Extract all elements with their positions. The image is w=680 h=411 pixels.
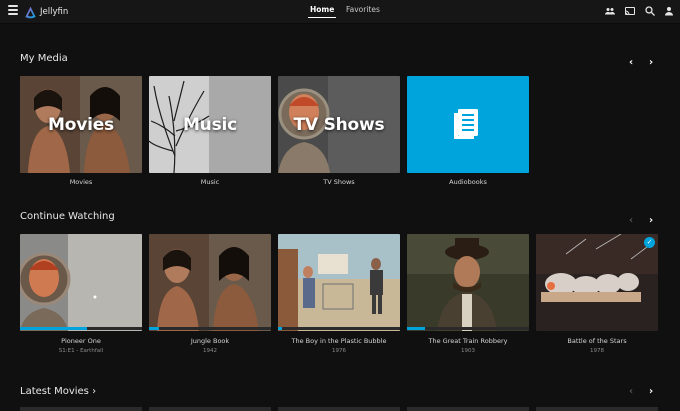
continue-card-battle-of-the-stars[interactable]: ✓ Battle of the Stars 1978 [536, 234, 658, 359]
continue-card-pioneer-one[interactable]: Pioneer One S1:E1 - Earthfall [20, 234, 142, 359]
watched-check-icon: ✓ [644, 237, 655, 248]
plastic-bubble-title: The Boy in the Plastic Bubble [291, 337, 387, 345]
section-title-latest-movies[interactable]: Latest Movies › [20, 386, 96, 397]
latest-movie-card[interactable] [20, 407, 142, 411]
section-title-my-media: My Media [20, 53, 68, 64]
jungle-book-title: Jungle Book [190, 337, 230, 345]
pioneer-one-progress [20, 327, 142, 330]
latest-movie-card[interactable] [407, 407, 529, 411]
movies-overlay-title: Movies [48, 114, 114, 135]
search-icon[interactable] [644, 2, 656, 16]
great-train-robbery-subtitle: 1903 [461, 348, 475, 354]
jungle-book-progress [149, 327, 271, 330]
audiobooks-caption: Audiobooks [449, 178, 487, 186]
jungle-book-subtitle: 1942 [203, 348, 217, 354]
latest-movie-card[interactable] [278, 407, 400, 411]
plastic-bubble-thumbnail [278, 234, 400, 331]
jellyfin-logo-icon [25, 6, 36, 18]
audiobooks-thumbnail [407, 76, 529, 173]
great-train-robbery-title: The Great Train Robbery [428, 337, 508, 345]
menu-icon[interactable] [8, 5, 18, 17]
media-card-movies[interactable]: Movies Movies [20, 76, 142, 191]
movies-caption: Movies [69, 178, 93, 186]
pioneer-one-subtitle: S1:E1 - Earthfall [58, 348, 104, 354]
latest-movie-card[interactable] [536, 407, 658, 411]
media-card-audiobooks[interactable]: Audiobooks [407, 76, 529, 191]
latest-movies-prev-button[interactable]: ‹ [625, 386, 637, 398]
battle-of-the-stars-title: Battle of the Stars [567, 337, 627, 345]
latest-movie-card[interactable] [149, 407, 271, 411]
battle-of-the-stars-subtitle: 1978 [590, 348, 604, 354]
music-thumbnail: Music [149, 76, 271, 173]
movies-thumbnail: Movies [20, 76, 142, 173]
book-icon [454, 109, 478, 139]
user-icon[interactable] [663, 2, 675, 16]
continue-card-great-train-robbery[interactable]: The Great Train Robbery 1903 [407, 234, 529, 359]
section-title-continue-watching: Continue Watching [20, 211, 115, 222]
latest-movies-next-button[interactable]: › [645, 386, 657, 398]
jungle-book-thumbnail [149, 234, 271, 331]
tv-shows-caption: TV Shows [323, 178, 355, 186]
tv-shows-thumbnail: TV Shows [278, 76, 400, 173]
great-train-robbery-thumbnail [407, 234, 529, 331]
great-train-robbery-progress [407, 327, 529, 330]
plastic-bubble-subtitle: 1976 [332, 348, 346, 354]
plastic-bubble-progress [278, 327, 400, 330]
music-overlay-title: Music [182, 114, 238, 135]
tv-shows-overlay-title: TV Shows [293, 114, 385, 135]
users-icon[interactable] [604, 2, 616, 15]
jellyfin-logo[interactable]: Jellyfin [24, 3, 68, 21]
continue-watching-next-button[interactable]: › [645, 215, 657, 227]
media-card-music[interactable]: Music Music [149, 76, 271, 191]
continue-card-plastic-bubble[interactable]: The Boy in the Plastic Bubble 1976 [278, 234, 400, 359]
continue-card-jungle-book[interactable]: Jungle Book 1942 [149, 234, 271, 359]
logo-text: Jellyfin [40, 7, 69, 17]
my-media-prev-button[interactable]: ‹ [625, 57, 637, 69]
top-header: Jellyfin Home Favorites [0, 0, 680, 24]
battle-of-the-stars-thumbnail: ✓ [536, 234, 658, 331]
music-caption: Music [200, 178, 220, 186]
cast-icon[interactable] [624, 2, 636, 15]
tab-favorites[interactable]: Favorites [344, 3, 382, 17]
pioneer-one-thumbnail [20, 234, 142, 331]
continue-watching-prev-button[interactable]: ‹ [625, 215, 637, 227]
media-card-tv-shows[interactable]: TV Shows TV Shows [278, 76, 400, 191]
pioneer-one-title: Pioneer One [61, 337, 101, 345]
my-media-next-button[interactable]: › [645, 57, 657, 69]
tab-home[interactable]: Home [308, 3, 337, 18]
